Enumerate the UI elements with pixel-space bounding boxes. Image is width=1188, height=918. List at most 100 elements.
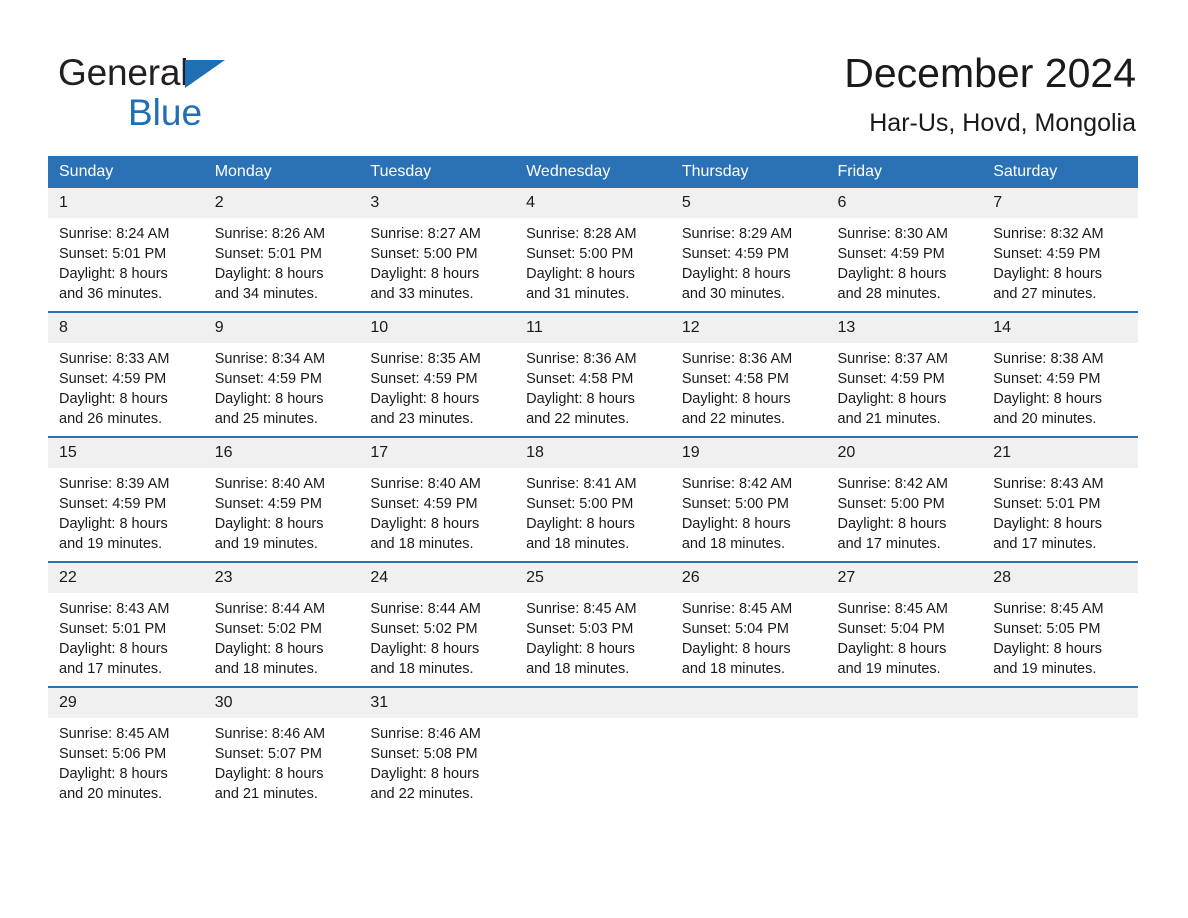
- day-number: [670, 688, 827, 718]
- calendar-day-cell-empty: [826, 686, 983, 811]
- daylight-text-line1: Daylight: 8 hours: [993, 641, 1103, 657]
- daylight-text-line1: Daylight: 8 hours: [214, 766, 324, 782]
- day-details: Sunrise: 8:35 AM Sunset: 4:59 PM Dayligh…: [359, 343, 515, 429]
- day-details: Sunrise: 8:32 AM Sunset: 4:59 PM Dayligh…: [982, 218, 1138, 304]
- daylight-text-line1: Daylight: 8 hours: [59, 641, 168, 657]
- daylight-text-line2: and 34 minutes.: [214, 286, 318, 302]
- sunrise-text: Sunrise: 8:28 AM: [526, 226, 637, 242]
- day-number: 13: [826, 313, 983, 343]
- daylight-text-line1: Daylight: 8 hours: [59, 391, 168, 407]
- sunrise-text: Sunrise: 8:45 AM: [681, 601, 793, 617]
- calendar-day-cell[interactable]: 6 Sunrise: 8:30 AM Sunset: 4:59 PM Dayli…: [826, 188, 983, 312]
- daylight-text-line2: and 27 minutes.: [993, 286, 1097, 302]
- day-details: Sunrise: 8:43 AM Sunset: 5:01 PM Dayligh…: [48, 593, 204, 679]
- brand-logo[interactable]: General Blue: [58, 52, 388, 133]
- brand-logo-top: General: [58, 52, 388, 94]
- calendar-day-cell[interactable]: 21 Sunrise: 8:43 AM Sunset: 5:01 PM Dayl…: [982, 436, 1138, 562]
- calendar-day-cell[interactable]: 10 Sunrise: 8:35 AM Sunset: 4:59 PM Dayl…: [359, 311, 516, 437]
- sunset-text: Sunset: 4:59 PM: [214, 371, 322, 387]
- weekday-header-thursday: Thursday: [670, 156, 827, 188]
- day-number: [982, 688, 1138, 718]
- sunrise-text: Sunrise: 8:46 AM: [370, 726, 481, 742]
- calendar-day-cell[interactable]: 24 Sunrise: 8:44 AM Sunset: 5:02 PM Dayl…: [359, 561, 516, 687]
- day-details: Sunrise: 8:28 AM Sunset: 5:00 PM Dayligh…: [515, 218, 671, 304]
- daylight-text-line1: Daylight: 8 hours: [993, 516, 1103, 532]
- calendar-day-cell[interactable]: 11 Sunrise: 8:36 AM Sunset: 4:58 PM Dayl…: [515, 311, 671, 437]
- sunrise-text: Sunrise: 8:42 AM: [837, 476, 948, 492]
- calendar-day-cell[interactable]: 30 Sunrise: 8:46 AM Sunset: 5:07 PM Dayl…: [203, 686, 360, 811]
- daylight-text-line2: and 17 minutes.: [837, 536, 941, 552]
- sunset-text: Sunset: 5:01 PM: [59, 246, 167, 262]
- calendar-page: General Blue December 2024 Har-Us, Hovd,…: [0, 0, 1188, 918]
- day-number: 25: [515, 563, 671, 593]
- calendar-day-cell[interactable]: 26 Sunrise: 8:45 AM Sunset: 5:04 PM Dayl…: [670, 561, 827, 687]
- calendar-day-cell[interactable]: 13 Sunrise: 8:37 AM Sunset: 4:59 PM Dayl…: [826, 311, 983, 437]
- calendar-day-cell[interactable]: 8 Sunrise: 8:33 AM Sunset: 4:59 PM Dayli…: [48, 311, 204, 437]
- calendar-week-row: 8 Sunrise: 8:33 AM Sunset: 4:59 PM Dayli…: [48, 311, 1138, 437]
- sunset-text: Sunset: 5:00 PM: [370, 246, 478, 262]
- calendar-day-cell[interactable]: 17 Sunrise: 8:40 AM Sunset: 4:59 PM Dayl…: [359, 436, 516, 562]
- calendar-day-cell[interactable]: 4 Sunrise: 8:28 AM Sunset: 5:00 PM Dayli…: [515, 188, 671, 312]
- sunset-text: Sunset: 4:59 PM: [681, 246, 790, 262]
- day-details: Sunrise: 8:39 AM Sunset: 4:59 PM Dayligh…: [48, 468, 204, 554]
- calendar-day-cell[interactable]: 27 Sunrise: 8:45 AM Sunset: 5:04 PM Dayl…: [826, 561, 983, 687]
- calendar-week-row: 15 Sunrise: 8:39 AM Sunset: 4:59 PM Dayl…: [48, 436, 1138, 562]
- calendar-day-cell[interactable]: 9 Sunrise: 8:34 AM Sunset: 4:59 PM Dayli…: [203, 311, 360, 437]
- daylight-text-line2: and 22 minutes.: [681, 411, 785, 427]
- daylight-text-line2: and 19 minutes.: [59, 536, 163, 552]
- day-number: [826, 688, 983, 718]
- weekday-header-tuesday: Tuesday: [359, 156, 516, 188]
- calendar-day-cell[interactable]: 5 Sunrise: 8:29 AM Sunset: 4:59 PM Dayli…: [670, 188, 827, 312]
- day-details: Sunrise: 8:41 AM Sunset: 5:00 PM Dayligh…: [515, 468, 671, 554]
- daylight-text-line2: and 19 minutes.: [837, 661, 941, 677]
- daylight-text-line1: Daylight: 8 hours: [214, 266, 324, 282]
- calendar-day-cell[interactable]: 23 Sunrise: 8:44 AM Sunset: 5:02 PM Dayl…: [203, 561, 360, 687]
- sunrise-text: Sunrise: 8:29 AM: [681, 226, 793, 242]
- day-details: Sunrise: 8:45 AM Sunset: 5:05 PM Dayligh…: [982, 593, 1138, 679]
- day-number: 3: [359, 188, 516, 218]
- calendar-day-cell[interactable]: 12 Sunrise: 8:36 AM Sunset: 4:58 PM Dayl…: [670, 311, 827, 437]
- day-number: [515, 688, 671, 718]
- calendar-day-cell[interactable]: 16 Sunrise: 8:40 AM Sunset: 4:59 PM Dayl…: [203, 436, 360, 562]
- daylight-text-line1: Daylight: 8 hours: [837, 391, 947, 407]
- day-number: 21: [982, 438, 1138, 468]
- calendar-day-cell[interactable]: 25 Sunrise: 8:45 AM Sunset: 5:03 PM Dayl…: [515, 561, 671, 687]
- day-details: Sunrise: 8:36 AM Sunset: 4:58 PM Dayligh…: [671, 343, 827, 429]
- daylight-text-line2: and 20 minutes.: [993, 411, 1097, 427]
- sunrise-text: Sunrise: 8:41 AM: [526, 476, 637, 492]
- calendar-day-cell[interactable]: 31 Sunrise: 8:46 AM Sunset: 5:08 PM Dayl…: [359, 686, 516, 811]
- calendar-day-cell[interactable]: 15 Sunrise: 8:39 AM Sunset: 4:59 PM Dayl…: [48, 436, 204, 562]
- day-details: Sunrise: 8:40 AM Sunset: 4:59 PM Dayligh…: [359, 468, 515, 554]
- calendar-day-cell[interactable]: 18 Sunrise: 8:41 AM Sunset: 5:00 PM Dayl…: [515, 436, 671, 562]
- brand-triangle-icon: [185, 60, 226, 88]
- calendar-day-cell[interactable]: 22 Sunrise: 8:43 AM Sunset: 5:01 PM Dayl…: [48, 561, 204, 687]
- sunset-text: Sunset: 4:58 PM: [526, 371, 634, 387]
- calendar-week-row: 1 Sunrise: 8:24 AM Sunset: 5:01 PM Dayli…: [48, 188, 1138, 312]
- daylight-text-line1: Daylight: 8 hours: [526, 391, 635, 407]
- day-number: 30: [203, 688, 360, 718]
- daylight-text-line1: Daylight: 8 hours: [837, 641, 947, 657]
- calendar-day-cell[interactable]: 29 Sunrise: 8:45 AM Sunset: 5:06 PM Dayl…: [48, 686, 204, 811]
- page-title: December 2024: [844, 50, 1136, 96]
- calendar-day-cell[interactable]: 14 Sunrise: 8:38 AM Sunset: 4:59 PM Dayl…: [982, 311, 1138, 437]
- sunset-text: Sunset: 4:59 PM: [59, 496, 167, 512]
- calendar-day-cell[interactable]: 19 Sunrise: 8:42 AM Sunset: 5:00 PM Dayl…: [670, 436, 827, 562]
- day-details: Sunrise: 8:45 AM Sunset: 5:06 PM Dayligh…: [48, 718, 204, 804]
- daylight-text-line1: Daylight: 8 hours: [370, 391, 480, 407]
- calendar-day-cell[interactable]: 20 Sunrise: 8:42 AM Sunset: 5:00 PM Dayl…: [826, 436, 983, 562]
- sunrise-text: Sunrise: 8:27 AM: [370, 226, 481, 242]
- sunrise-text: Sunrise: 8:37 AM: [837, 351, 948, 367]
- calendar-week-row: 29 Sunrise: 8:45 AM Sunset: 5:06 PM Dayl…: [48, 686, 1138, 811]
- calendar-day-cell[interactable]: 1 Sunrise: 8:24 AM Sunset: 5:01 PM Dayli…: [48, 188, 204, 312]
- calendar-day-cell[interactable]: 28 Sunrise: 8:45 AM Sunset: 5:05 PM Dayl…: [982, 561, 1138, 687]
- calendar-day-cell[interactable]: 7 Sunrise: 8:32 AM Sunset: 4:59 PM Dayli…: [982, 188, 1138, 312]
- calendar-day-cell[interactable]: 3 Sunrise: 8:27 AM Sunset: 5:00 PM Dayli…: [359, 188, 516, 312]
- day-details: Sunrise: 8:43 AM Sunset: 5:01 PM Dayligh…: [982, 468, 1138, 554]
- calendar-day-cell[interactable]: 2 Sunrise: 8:26 AM Sunset: 5:01 PM Dayli…: [203, 188, 360, 312]
- sunset-text: Sunset: 5:07 PM: [214, 746, 322, 762]
- weekday-header-monday: Monday: [203, 156, 360, 188]
- day-details: Sunrise: 8:40 AM Sunset: 4:59 PM Dayligh…: [204, 468, 360, 554]
- day-details: Sunrise: 8:37 AM Sunset: 4:59 PM Dayligh…: [827, 343, 983, 429]
- daylight-text-line2: and 19 minutes.: [214, 536, 318, 552]
- weekday-header-sunday: Sunday: [48, 156, 204, 188]
